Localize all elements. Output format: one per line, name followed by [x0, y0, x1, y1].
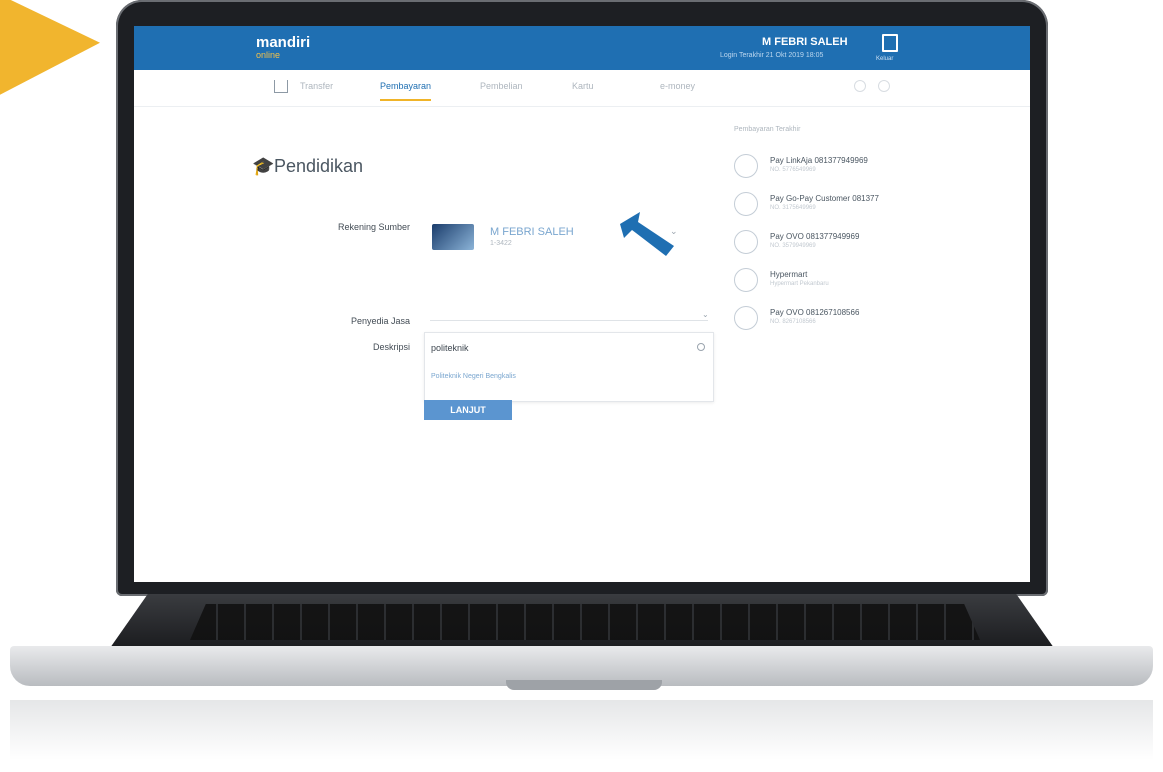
source-account-label: Rekening Sumber: [337, 222, 410, 232]
card-thumbnail: [432, 224, 474, 250]
nav-item-emoney[interactable]: e-money: [660, 81, 695, 91]
recent-item-sub: NO. 5776549969: [770, 167, 816, 173]
payment-icon: [734, 154, 758, 178]
user-name: M FEBRI SALEH: [762, 36, 848, 48]
nav-item-pembelian[interactable]: Pembelian: [480, 81, 523, 91]
recent-item-sub: NO. 3579949969: [770, 243, 816, 249]
laptop-keyboard: [190, 604, 980, 640]
recent-payments-title: Pembayaran Terakhir: [734, 126, 801, 133]
graduation-cap-icon: 🎓: [252, 156, 275, 176]
logo: mandiri: [256, 34, 311, 51]
provider-label: Penyedia Jasa: [350, 316, 410, 326]
recent-item[interactable]: Pay OVO 081377949969 NO. 3579949969: [734, 230, 934, 256]
arrow-pointer-icon: [620, 212, 674, 256]
recent-item[interactable]: Pay OVO 081267108566 NO. 8267108566: [734, 306, 934, 332]
recent-item[interactable]: Pay Go-Pay Customer 081377 NO. 317564996…: [734, 192, 934, 218]
last-login: Login Terakhir 21 Okt 2019 18:05: [720, 52, 824, 59]
recent-item-name: Pay OVO 081377949969: [770, 232, 860, 241]
provider-chevron-icon[interactable]: ⌄: [702, 310, 709, 319]
logout-label[interactable]: Keluar: [876, 56, 893, 62]
recent-item-name: Pay OVO 081267108566: [770, 308, 860, 317]
nav-item-kartu[interactable]: Kartu: [572, 81, 594, 91]
recent-item-name: Hypermart: [770, 270, 808, 279]
top-bar: mandiri online M FEBRI SALEH Login Terak…: [134, 26, 1030, 70]
nav-bar: Transfer Pembayaran Pembelian Kartu e-mo…: [134, 70, 1030, 107]
laptop-notch: [506, 680, 662, 690]
logout-icon[interactable]: [882, 34, 898, 52]
account-name[interactable]: M FEBRI SALEH: [490, 226, 574, 238]
logo-subtitle: online: [256, 50, 281, 60]
home-icon[interactable]: [274, 80, 288, 93]
provider-field[interactable]: [430, 320, 708, 321]
recent-item[interactable]: Pay LinkAja 081377949969 NO. 5776549969: [734, 154, 934, 180]
dropdown-result[interactable]: Politeknik Negeri Bengkalis: [431, 373, 516, 380]
nav-item-transfer[interactable]: Transfer: [300, 81, 333, 91]
recent-item-sub: Hypermart Pekanbaru: [770, 281, 829, 287]
search-icon: [697, 343, 705, 351]
laptop-reflection: [10, 700, 1153, 760]
recent-item-sub: NO. 8267108566: [770, 319, 816, 325]
payment-icon: [734, 268, 758, 292]
provider-dropdown: politeknik Politeknik Negeri Bengkalis: [424, 332, 714, 402]
payment-icon: [734, 230, 758, 254]
screen: mandiri online M FEBRI SALEH Login Terak…: [134, 26, 1030, 582]
account-number: 1-3422: [490, 240, 512, 247]
notification-icon[interactable]: [854, 80, 866, 92]
payment-icon: [734, 192, 758, 216]
recent-item-name: Pay Go-Pay Customer 081377: [770, 194, 879, 203]
decorative-triangle: [0, 0, 100, 100]
recent-item[interactable]: Hypermart Hypermart Pekanbaru: [734, 268, 934, 294]
nav-item-pembayaran[interactable]: Pembayaran: [380, 81, 432, 101]
payment-icon: [734, 306, 758, 330]
description-label: Deskripsi: [372, 342, 410, 352]
page-title: Pendidikan: [274, 156, 364, 176]
settings-icon[interactable]: [878, 80, 890, 92]
search-input[interactable]: politeknik: [431, 343, 469, 353]
continue-button[interactable]: LANJUT: [424, 400, 512, 420]
recent-item-name: Pay LinkAja 081377949969: [770, 156, 868, 165]
recent-item-sub: NO. 3175649969: [770, 205, 816, 211]
